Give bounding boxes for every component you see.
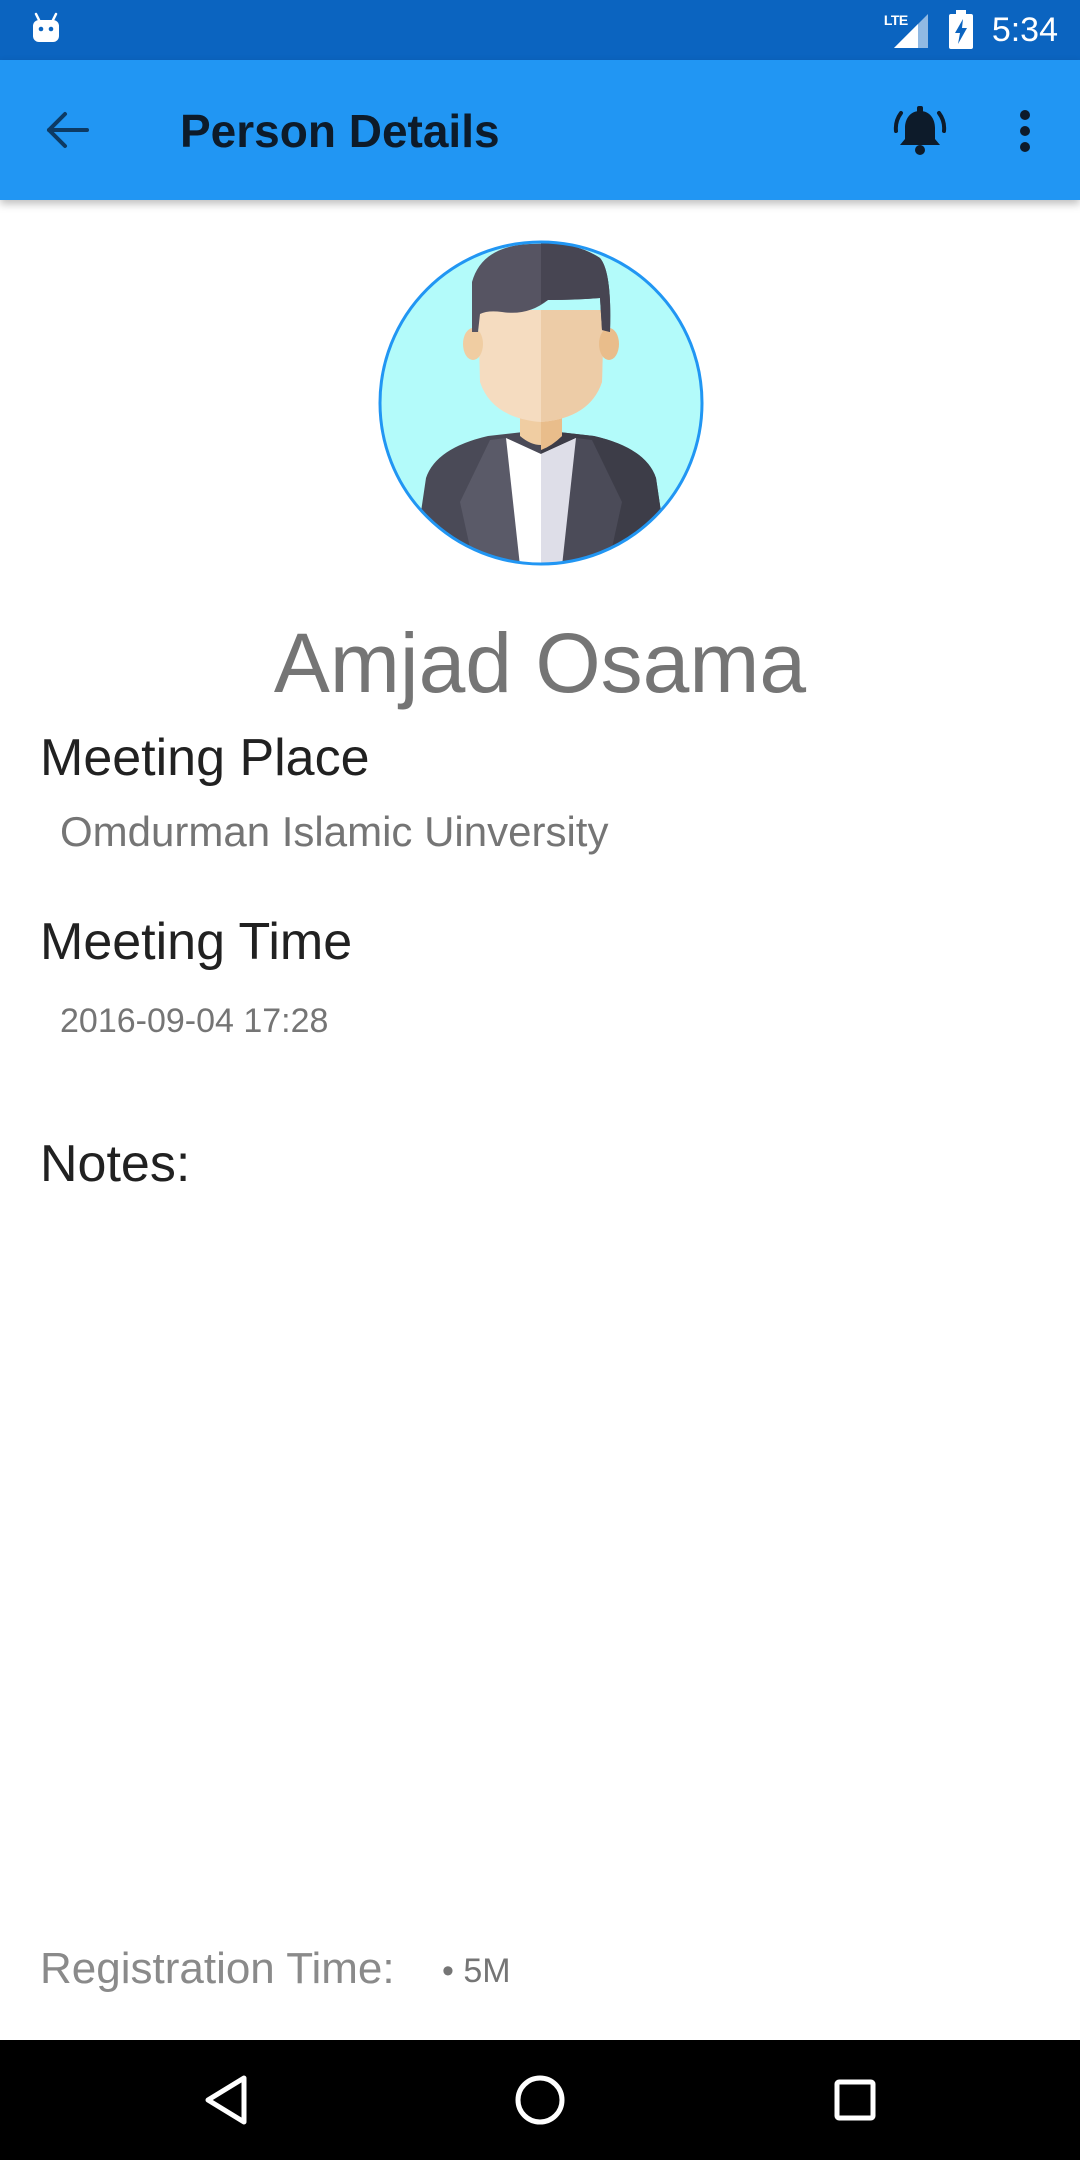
registration-time-value: • 5M — [442, 1952, 511, 1990]
person-avatar-icon — [378, 240, 704, 566]
nav-home-button[interactable] — [500, 2060, 580, 2140]
alarm-button[interactable] — [885, 96, 955, 166]
android-debug-icon — [33, 12, 59, 42]
notes-label: Notes: — [40, 1135, 191, 1193]
navigation-bar — [0, 2040, 1080, 2160]
meeting-time-label: Meeting Time — [40, 913, 353, 971]
back-button[interactable] — [30, 100, 106, 160]
nav-back-icon — [205, 2075, 247, 2125]
arrow-back-icon — [47, 112, 89, 148]
status-time: 5:34 — [991, 10, 1058, 49]
signal-icon: LTE — [884, 10, 930, 50]
nav-home-icon — [515, 2075, 565, 2125]
meeting-place-value: Omdurman Islamic Uinversity — [60, 808, 609, 855]
screen: LTE 5:34 Person Details Amjad Osama Meet… — [0, 0, 1080, 2160]
app-bar: Person Details — [0, 60, 1080, 200]
registration-time-label: Registration Time: — [40, 1944, 395, 1993]
nav-recents-icon — [834, 2079, 876, 2121]
nav-back-button[interactable] — [186, 2060, 266, 2140]
battery-charging-icon — [948, 10, 973, 49]
meeting-time-value: 2016-09-04 17:28 — [60, 1002, 329, 1040]
status-bar: LTE 5:34 — [0, 0, 1080, 60]
status-indicators: LTE 5:34 — [884, 0, 1058, 60]
more-options-button[interactable] — [1000, 96, 1050, 166]
meeting-place-label: Meeting Place — [40, 729, 370, 787]
alarm-bell-icon — [893, 106, 947, 155]
nav-recents-button[interactable] — [815, 2060, 895, 2140]
more-vertical-icon — [1020, 110, 1030, 152]
page-title: Person Details — [180, 105, 500, 157]
person-name: Amjad Osama — [273, 616, 807, 710]
